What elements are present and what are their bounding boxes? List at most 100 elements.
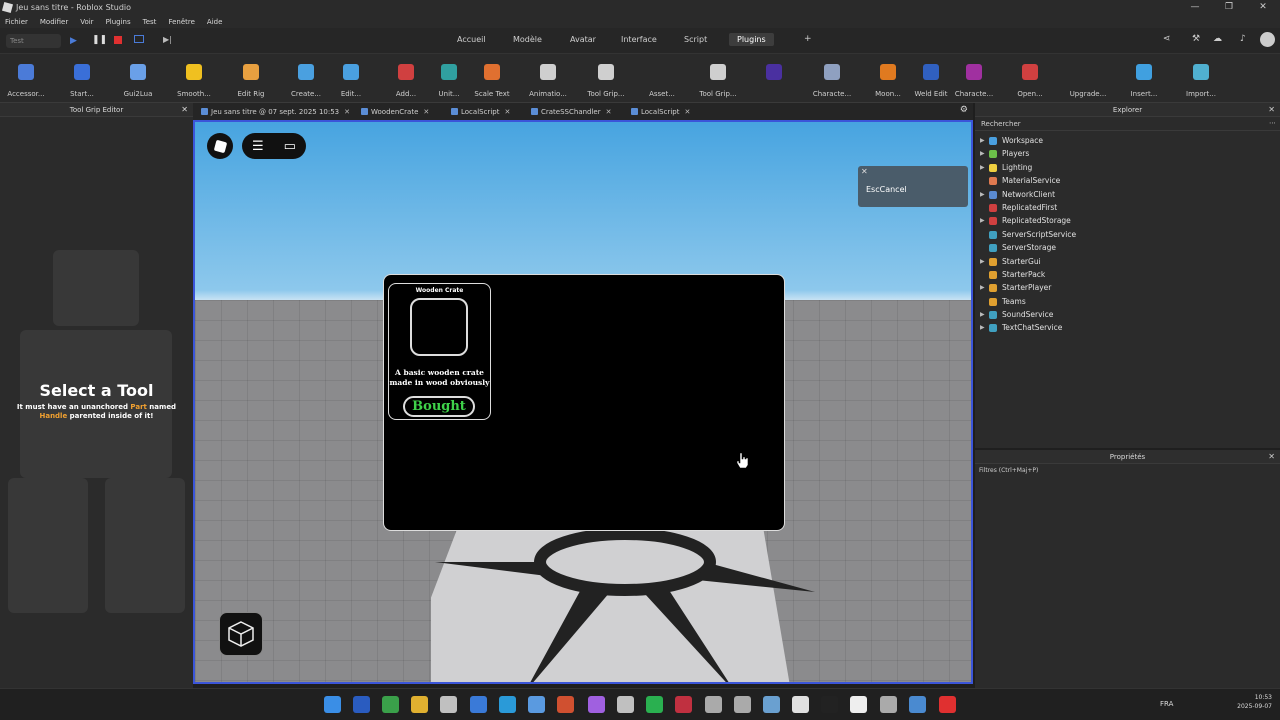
tool-button-2[interactable]: Gui2Lua [112,64,164,98]
menu-help[interactable]: Aide [207,18,222,26]
chat-icon[interactable]: ▭ [284,139,296,154]
menu-view[interactable]: Voir [80,18,93,26]
taskbar-app-icon[interactable] [734,696,751,713]
minimize-button[interactable]: — [1178,0,1212,15]
tab-localscript-2[interactable]: LocalScript ✕ [629,105,690,119]
tab-model[interactable]: Modèle [513,35,542,44]
chevron-right-icon[interactable]: ▶ [980,321,985,334]
step-icon[interactable]: ▶| [163,35,172,44]
tab-game[interactable]: Jeu sans titre @ 07 sept. 2025 10:53 ✕ [199,105,350,119]
maximize-button[interactable]: ❐ [1212,0,1246,15]
tab-cratesschandler[interactable]: CrateSSChandler ✕ [529,105,612,119]
tool-button-9[interactable]: Scale Text [466,64,518,98]
chevron-right-icon[interactable]: ▶ [980,147,985,160]
chevron-right-icon[interactable]: ▶ [980,281,985,294]
chevron-right-icon[interactable]: ▶ [980,308,985,321]
menu-edit[interactable]: Modifier [40,18,68,26]
taskbar-app-icon[interactable] [939,696,956,713]
properties-filter-input[interactable]: Filtres (Ctrl+Maj+P) [975,464,1280,477]
explorer-item[interactable]: ReplicatedFirst [975,201,1280,214]
taskbar-app-icon[interactable] [909,696,926,713]
close-icon[interactable]: ✕ [861,167,868,176]
explorer-item[interactable]: ▶ ReplicatedStorage [975,214,1280,227]
taskbar-app-icon[interactable] [763,696,780,713]
taskbar-app-icon[interactable] [646,696,663,713]
tab-plugins[interactable]: Plugins [729,33,774,46]
tool-button-21[interactable]: Insert... [1118,64,1170,98]
explorer-item[interactable]: ▶ Workspace [975,134,1280,147]
explorer-item[interactable]: ServerScriptService [975,228,1280,241]
explorer-item[interactable]: ▶ StarterGui [975,255,1280,268]
chevron-right-icon[interactable]: ▶ [980,161,985,174]
backpack-icon[interactable] [219,612,263,656]
explorer-item[interactable]: ▶ Lighting [975,161,1280,174]
bought-button[interactable]: Bought [403,396,475,417]
client-server-icon[interactable] [134,35,144,43]
playmode-select[interactable]: Test [6,34,61,48]
explorer-item[interactable]: ▶ Players [975,147,1280,160]
explorer-item[interactable]: ▶ StarterPlayer [975,281,1280,294]
taskbar-app-icon[interactable] [382,696,399,713]
tab-home[interactable]: Accueil [457,35,486,44]
taskbar-app-icon[interactable] [470,696,487,713]
play-icon[interactable]: ▶ [70,36,77,46]
tool-button-10[interactable]: Animatio... [522,64,574,98]
share-icon[interactable]: ⋖ [1163,34,1171,44]
tool-button-4[interactable]: Edit Rig [225,64,277,98]
taskbar-app-icon[interactable] [353,696,370,713]
collaborate-icon[interactable]: ⚒ [1192,34,1200,44]
chevron-right-icon[interactable]: ▶ [980,188,985,201]
panel-close-icon[interactable]: ✕ [1268,450,1275,464]
tab-avatar[interactable]: Avatar [570,35,596,44]
tab-localscript-1[interactable]: LocalScript ✕ [449,105,510,119]
menu-test[interactable]: Test [143,18,157,26]
chevron-right-icon[interactable]: ▶ [980,134,985,147]
taskbar-app-icon[interactable] [850,696,867,713]
tool-button-18[interactable]: Characte... [948,64,1000,98]
explorer-search-input[interactable]: Rechercher ⋯ [975,117,1280,131]
filter-icon[interactable]: ⋯ [1269,119,1276,127]
tool-button-11[interactable]: Tool Grip... [580,64,632,98]
notification-bell-icon[interactable]: ♪ [1240,34,1246,44]
explorer-item[interactable]: StarterPack [975,268,1280,281]
explorer-item[interactable]: ▶ TextChatService [975,321,1280,334]
panel-close-icon[interactable]: ✕ [181,103,188,117]
tool-button-14[interactable] [748,64,800,90]
taskbar-app-icon[interactable] [588,696,605,713]
tool-button-15[interactable]: Characte... [806,64,858,98]
pause-icon[interactable]: ❚❚ [92,35,107,45]
tool-button-13[interactable]: Tool Grip... [692,64,744,98]
tab-interface[interactable]: Interface [621,35,657,44]
gear-icon[interactable]: ⚙ [960,105,968,115]
tool-button-3[interactable]: Smooth... [168,64,220,98]
tool-button-6[interactable]: Edit... [325,64,377,98]
explorer-item[interactable]: ServerStorage [975,241,1280,254]
game-viewport[interactable]: ☰ ▭ ✕ EscCancel Wooden Crate A basic woo… [193,120,973,684]
tab-woodencrate[interactable]: WoodenCrate ✕ [359,105,429,119]
tray-language[interactable]: FRA [1160,700,1173,708]
tool-button-0[interactable]: Accessor... [0,64,52,98]
taskbar-app-icon[interactable] [792,696,809,713]
tray-clock[interactable]: 10:53 2025-09-07 [1237,693,1272,711]
cloud-icon[interactable]: ☁ [1213,34,1222,44]
taskbar-app-icon[interactable] [440,696,457,713]
menu-window[interactable]: Fenêtre [168,18,194,26]
avatar[interactable] [1260,32,1275,47]
tool-button-12[interactable]: Asset... [636,64,688,98]
taskbar-app-icon[interactable] [705,696,722,713]
roblox-menu-button[interactable] [207,133,233,159]
taskbar-app-icon[interactable] [821,696,838,713]
taskbar-app-icon[interactable] [557,696,574,713]
hamburger-menu-icon[interactable]: ☰ [252,139,264,154]
add-tab-icon[interactable]: + [804,34,812,44]
chevron-right-icon[interactable]: ▶ [980,255,985,268]
explorer-item[interactable]: ▶ SoundService [975,308,1280,321]
tool-button-22[interactable]: Import... [1175,64,1227,98]
close-button[interactable]: ✕ [1246,0,1280,15]
stop-icon[interactable] [114,36,122,44]
explorer-item[interactable]: MaterialService [975,174,1280,187]
explorer-item[interactable]: ▶ NetworkClient [975,188,1280,201]
taskbar-app-icon[interactable] [617,696,634,713]
taskbar-app-icon[interactable] [411,696,428,713]
chevron-right-icon[interactable]: ▶ [980,214,985,227]
